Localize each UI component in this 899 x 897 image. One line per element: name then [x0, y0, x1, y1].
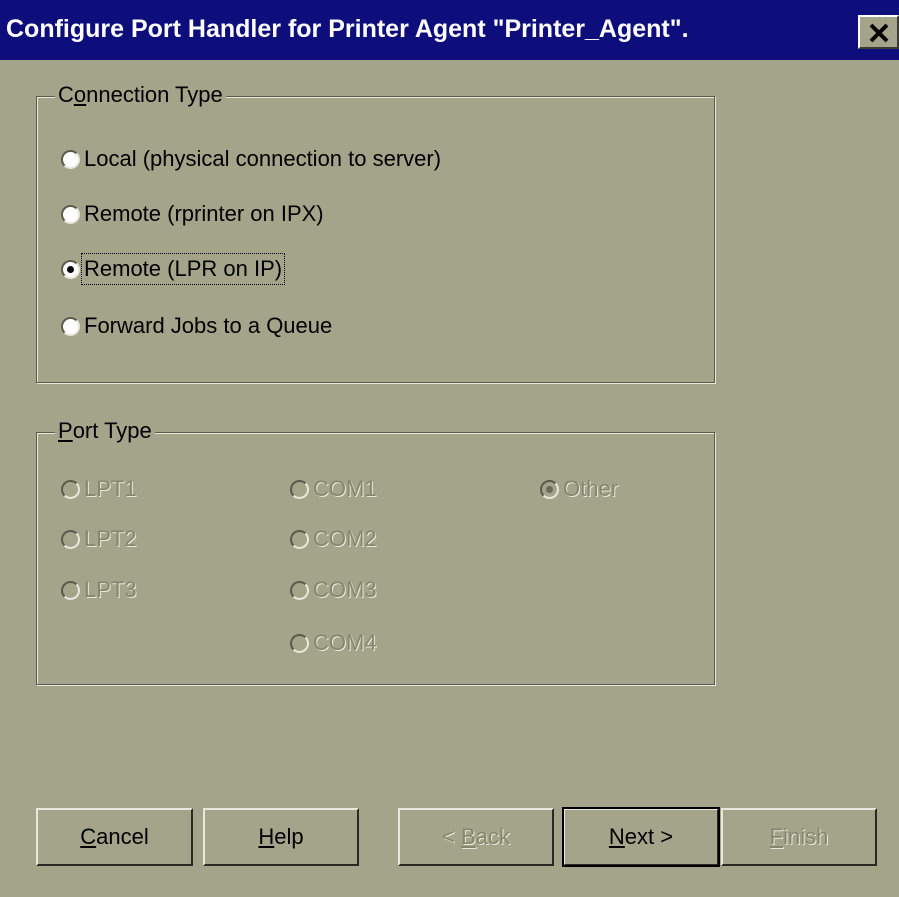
connection-type-legend: Connection Type	[55, 82, 226, 108]
radio-other[interactable]: Other	[540, 476, 618, 502]
port-type-legend: Port Type	[55, 418, 155, 444]
connection-type-group	[36, 96, 715, 383]
radio-com3[interactable]: COM3	[290, 577, 377, 603]
radio-com4-button[interactable]	[290, 633, 309, 653]
radio-lpt1-button[interactable]	[61, 479, 80, 499]
radio-remote-ipx-label: Remote (rprinter on IPX)	[84, 201, 324, 226]
radio-com2-label: COM2	[313, 526, 377, 551]
cancel-button[interactable]: Cancel	[36, 808, 193, 866]
radio-local-button[interactable]	[61, 149, 80, 169]
close-x-icon	[869, 23, 889, 43]
window-title: Configure Port Handler for Printer Agent…	[6, 15, 689, 43]
back-button[interactable]: < Back	[398, 808, 554, 866]
radio-remote-ipx[interactable]: Remote (rprinter on IPX)	[61, 201, 324, 227]
radio-remote-lpr-button[interactable]	[61, 259, 80, 279]
radio-lpt1[interactable]: LPT1	[61, 476, 137, 502]
help-button[interactable]: Help	[203, 808, 359, 866]
radio-other-button[interactable]	[540, 479, 559, 499]
radio-com2[interactable]: COM2	[290, 526, 377, 552]
radio-lpt2-label: LPT2	[84, 526, 137, 551]
radio-com1-label: COM1	[313, 476, 377, 501]
radio-other-label: Other	[563, 476, 619, 501]
radio-lpt1-label: LPT1	[84, 476, 137, 501]
radio-com3-button[interactable]	[290, 580, 309, 600]
radio-com1[interactable]: COM1	[290, 476, 377, 502]
radio-com3-label: COM3	[313, 577, 377, 602]
radio-lpt3-button[interactable]	[61, 580, 80, 600]
radio-local-label: Local (physical connection to server)	[84, 146, 442, 171]
finish-button[interactable]: Finish	[721, 808, 877, 866]
radio-lpt2-button[interactable]	[61, 529, 80, 549]
radio-forward-queue[interactable]: Forward Jobs to a Queue	[61, 313, 332, 339]
radio-com4-label: COM4	[313, 630, 377, 655]
next-button[interactable]: Next >	[562, 807, 720, 867]
radio-local[interactable]: Local (physical connection to server)	[61, 146, 441, 172]
close-button[interactable]	[858, 15, 899, 49]
radio-com1-button[interactable]	[290, 479, 309, 499]
radio-remote-lpr-label: Remote (LPR on IP)	[80, 253, 286, 285]
radio-com2-button[interactable]	[290, 529, 309, 549]
radio-lpt3-label: LPT3	[84, 577, 137, 602]
radio-lpt2[interactable]: LPT2	[61, 526, 137, 552]
radio-forward-queue-label: Forward Jobs to a Queue	[84, 313, 333, 338]
radio-forward-queue-button[interactable]	[61, 316, 80, 336]
radio-com4[interactable]: COM4	[290, 630, 377, 656]
radio-remote-lpr[interactable]: Remote (LPR on IP)	[61, 253, 286, 285]
radio-remote-ipx-button[interactable]	[61, 204, 80, 224]
title-bar[interactable]: Configure Port Handler for Printer Agent…	[0, 0, 899, 60]
radio-lpt3[interactable]: LPT3	[61, 577, 137, 603]
